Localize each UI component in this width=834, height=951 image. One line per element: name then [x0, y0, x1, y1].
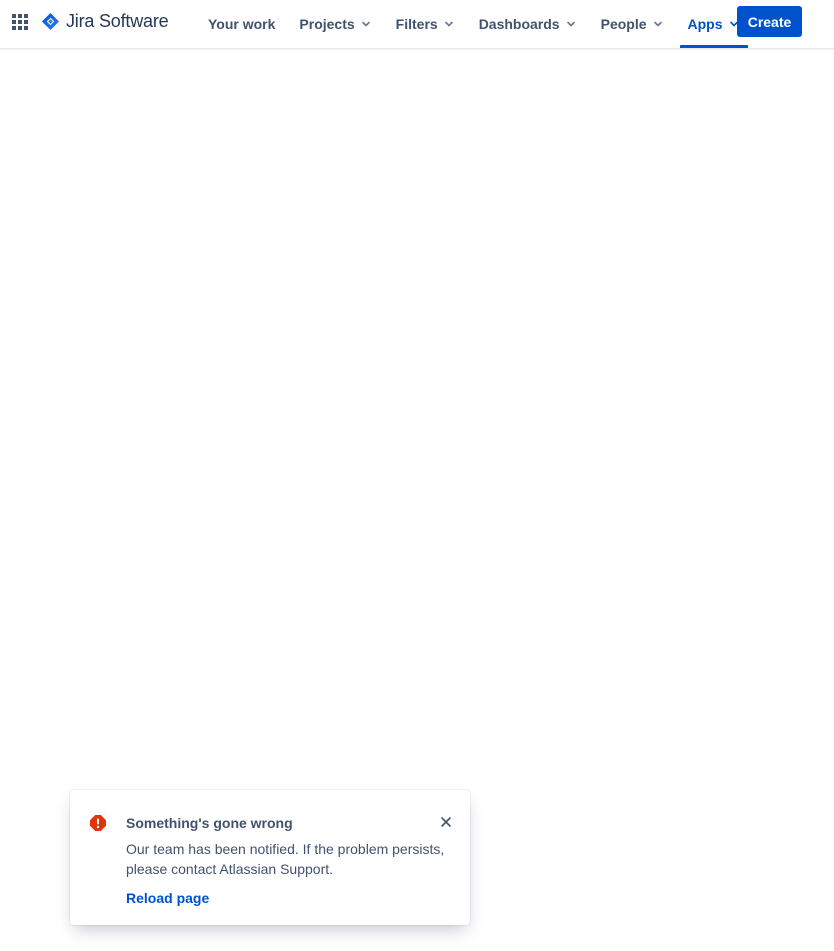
nav-item-label: Your work: [208, 16, 276, 32]
chevron-down-icon: [565, 18, 577, 30]
nav-item-dashboards[interactable]: Dashboards: [467, 0, 589, 48]
chevron-down-icon: [443, 18, 455, 30]
jira-software-logo[interactable]: Jira Software: [41, 10, 169, 32]
nav-item-label: Dashboards: [478, 16, 560, 32]
nav-item-label: Projects: [299, 16, 355, 32]
reload-page-link[interactable]: Reload page: [126, 890, 209, 906]
nav-item-label: People: [600, 16, 647, 32]
error-flag: Something's gone wrong Our team has been…: [70, 790, 470, 925]
nav-item-filters[interactable]: Filters: [384, 0, 467, 48]
error-icon: [89, 814, 107, 832]
create-button[interactable]: Create: [737, 6, 802, 37]
jira-diamond-icon: [41, 12, 60, 31]
flag-description: Our team has been notified. If the probl…: [126, 841, 445, 877]
nav-item-label: Apps: [687, 16, 723, 32]
app-switcher-grid-icon[interactable]: [10, 11, 30, 31]
primary-nav: Your work Projects Filters Dashboards Pe…: [196, 0, 752, 48]
nav-item-label: Filters: [395, 16, 438, 32]
product-name: Jira Software: [66, 10, 169, 31]
flag-title: Something's gone wrong: [126, 815, 293, 831]
chevron-down-icon: [360, 18, 372, 30]
nav-item-your-work[interactable]: Your work: [196, 0, 287, 48]
nav-item-projects[interactable]: Projects: [287, 0, 383, 48]
chevron-down-icon: [652, 18, 664, 30]
close-icon[interactable]: [436, 814, 456, 830]
nav-item-people[interactable]: People: [589, 0, 676, 48]
top-navigation-bar: Jira Software Your work Projects Filters…: [0, 0, 834, 49]
